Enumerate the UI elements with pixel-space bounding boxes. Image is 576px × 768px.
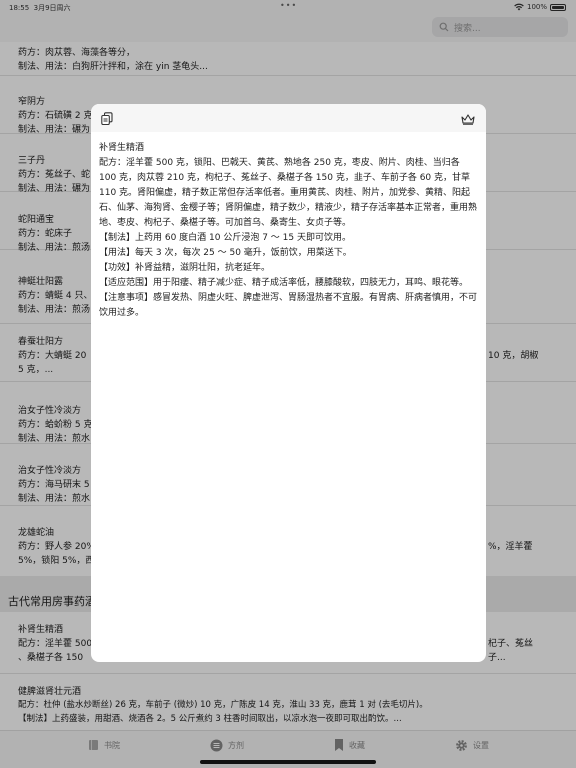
detail-modal: 补肾生精酒 配方：淫羊藿 500 克，锁阳、巴戟天、黄芪、熟地各 250 克，枣… <box>91 104 486 662</box>
modal-toolbar <box>91 104 486 132</box>
modal-paragraph: 【制法】上药用 60 度白酒 10 公斤浸泡 7 ～ 15 天即可饮用。 <box>99 233 351 243</box>
modal-title: 补肾生精酒 <box>99 143 145 153</box>
modal-paragraph: 配方：淫羊藿 500 克，锁阳、巴戟天、黄芪、熟地各 250 克，枣皮、附片、肉… <box>99 158 478 228</box>
copy-icon[interactable] <box>101 112 113 125</box>
modal-paragraph: 【适应范围】用于阳痿、精子减少症、精子成活率低，腰膝酸软，四肢无力，耳鸣、眼花等… <box>99 278 469 288</box>
crown-icon[interactable] <box>461 114 475 125</box>
modal-paragraph: 【功效】补肾益精，滋阴壮阳，抗老延年。 <box>99 263 271 273</box>
modal-content: 补肾生精酒 配方：淫羊藿 500 克，锁阳、巴戟天、黄芪、熟地各 250 克，枣… <box>99 141 479 321</box>
modal-paragraph: 【注意事项】感冒发热、阴虚火旺、脾虚泄泻、胃肠湿热者不宜服。有胃病、肝病者慎用，… <box>99 293 478 318</box>
home-indicator[interactable] <box>200 760 376 764</box>
modal-paragraph: 【用法】每天 3 次，每次 25 ～ 50 毫升，饭前饮，用菜送下。 <box>99 248 352 258</box>
